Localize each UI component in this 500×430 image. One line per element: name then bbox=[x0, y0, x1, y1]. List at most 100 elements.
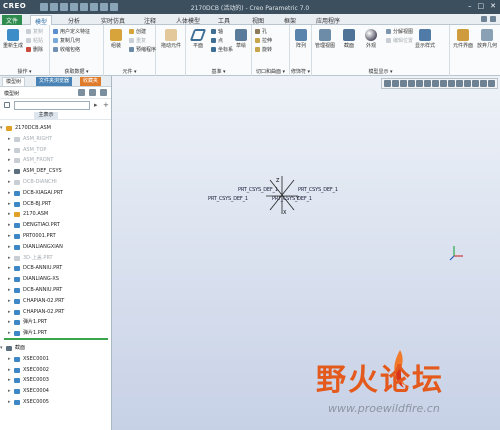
expand-toggle-icon[interactable]: ▸ bbox=[8, 209, 11, 220]
copy-geometry-button[interactable]: 复制几何 bbox=[53, 38, 80, 45]
section-item[interactable]: ▸ XSEC0003 bbox=[0, 375, 112, 386]
close-icon[interactable]: ✕ bbox=[490, 2, 496, 10]
expand-toggle-icon[interactable]: ▸ bbox=[8, 188, 11, 199]
expand-toggle-icon[interactable]: ▾ bbox=[0, 343, 3, 354]
repeat-button[interactable]: 重复 bbox=[129, 38, 146, 45]
section-item[interactable]: ▸ XSEC0001 bbox=[0, 354, 112, 365]
pattern-button[interactable]: 阵列 bbox=[290, 29, 312, 49]
assemble-button[interactable]: 组装 bbox=[105, 29, 127, 49]
exploded-view-button[interactable]: 分解视图 bbox=[386, 29, 413, 36]
paste-button[interactable]: 粘贴 bbox=[26, 38, 43, 45]
group-label-modifiers[interactable]: 修饰符 ▾ bbox=[290, 68, 311, 75]
tree-item[interactable]: ▸ ASM_FRONT bbox=[0, 155, 112, 166]
tree-item[interactable]: ▸ 3D-上盖.PRT bbox=[0, 253, 112, 264]
extrude-button[interactable]: 拉伸 bbox=[255, 38, 272, 45]
zoom-out-icon[interactable] bbox=[400, 80, 407, 87]
tab-applications[interactable]: 应用程序 bbox=[312, 15, 344, 25]
udf-button[interactable]: 用户定义特征 bbox=[53, 29, 90, 36]
tree-item[interactable]: ▸ DCB-ANNIU.PRT bbox=[0, 285, 112, 296]
tree-item[interactable]: ▸ ASM_TOP bbox=[0, 145, 112, 156]
hole-button[interactable]: 孔 bbox=[255, 29, 267, 36]
expand-toggle-icon[interactable]: ▸ bbox=[8, 231, 11, 242]
appearance-button[interactable]: 外观 bbox=[360, 29, 382, 49]
expand-toggle-icon[interactable]: ▸ bbox=[8, 365, 11, 376]
tree-item[interactable]: ▾ 2170DCB.ASM bbox=[0, 123, 112, 134]
tree-item[interactable]: ▸ ASM_DEF_CSYS bbox=[0, 166, 112, 177]
zoom-in-icon[interactable] bbox=[392, 80, 399, 87]
add-icon[interactable]: + bbox=[103, 101, 109, 109]
graphics-window[interactable]: PRT_CSYS_DEF_1 PRT_CSYS_DEF_1 PRT_CSYS_D… bbox=[112, 76, 500, 430]
tree-item[interactable]: ▸ CHAPIAN-02.PRT bbox=[0, 296, 112, 307]
group-label-cut-surface[interactable]: 切口和曲面 ▾ bbox=[252, 68, 289, 75]
saved-orientations-icon[interactable] bbox=[416, 80, 423, 87]
minimize-icon[interactable]: – bbox=[468, 2, 472, 10]
tab-live-simulation[interactable]: 实时仿真 bbox=[97, 15, 129, 25]
group-label-get-data[interactable]: 获取数据 ▾ bbox=[50, 68, 103, 75]
tab-manikin[interactable]: 人体模型 bbox=[172, 15, 204, 25]
expand-toggle-icon[interactable]: ▸ bbox=[8, 397, 11, 408]
tree-item[interactable]: ▸ 弹片1.PRT bbox=[0, 317, 112, 328]
tab-annotate[interactable]: 注释 bbox=[140, 15, 160, 25]
tree-item[interactable]: ▸ PRT0001.PRT bbox=[0, 231, 112, 242]
expand-toggle-icon[interactable]: ▸ bbox=[8, 134, 11, 145]
tree-item[interactable]: ▸ DIANLIANGXIAN bbox=[0, 242, 112, 253]
component-interface-button[interactable]: 元件界面 bbox=[452, 29, 474, 49]
expand-toggle-icon[interactable]: ▾ bbox=[0, 123, 3, 134]
section-item[interactable]: ▸ XSEC0004 bbox=[0, 386, 112, 397]
expand-toggle-icon[interactable]: ▸ bbox=[8, 307, 11, 318]
section-item[interactable]: ▾ 截面 bbox=[0, 343, 112, 354]
expand-toggle-icon[interactable]: ▸ bbox=[8, 386, 11, 397]
group-label-datum[interactable]: 基准 ▾ bbox=[186, 68, 251, 75]
insert-indicator[interactable] bbox=[4, 338, 108, 340]
expand-toggle-icon[interactable]: ▸ bbox=[8, 145, 11, 156]
settings-icon[interactable] bbox=[89, 89, 96, 96]
tree-search-input[interactable] bbox=[14, 101, 90, 110]
tree-item[interactable]: ▸ ASM_RIGHT bbox=[0, 134, 112, 145]
expand-toggle-icon[interactable]: ▸ bbox=[8, 296, 11, 307]
tab-favorites[interactable]: 收藏夹 bbox=[80, 77, 102, 86]
tree-item[interactable]: ▸ CHAPIAN-02.PRT bbox=[0, 307, 112, 318]
filter-icon[interactable] bbox=[4, 102, 10, 108]
datum-display-icon[interactable] bbox=[432, 80, 439, 87]
perspective-icon[interactable] bbox=[472, 80, 479, 87]
tab-view[interactable]: 视图 bbox=[248, 15, 268, 25]
annotation-display-icon[interactable] bbox=[448, 80, 455, 87]
drag-components-button[interactable]: 拖动元件 bbox=[160, 29, 182, 49]
group-label-model-display[interactable]: 模型显示 ▾ bbox=[312, 68, 449, 75]
copy-button[interactable]: 复制 bbox=[26, 29, 43, 36]
column-header-representation[interactable]: 主表示 bbox=[34, 112, 58, 119]
tree-item[interactable]: ▸ DCB-ANNIU.PRT bbox=[0, 263, 112, 274]
csys-label-1b[interactable]: PRT_CSYS_DEF_1 bbox=[298, 187, 338, 193]
discard-geometry-button[interactable]: 放弃几何 bbox=[476, 29, 498, 49]
section-item[interactable]: ▸ XSEC0005 bbox=[0, 397, 112, 408]
section-view-icon[interactable] bbox=[456, 80, 463, 87]
expand-toggle-icon[interactable]: ▸ bbox=[8, 263, 11, 274]
expand-toggle-icon[interactable]: ▸ bbox=[8, 274, 11, 285]
tree-item[interactable]: ▸ DCB-DIANCHI bbox=[0, 177, 112, 188]
appearance-view-icon[interactable] bbox=[480, 80, 487, 87]
tab-file[interactable]: 文件 bbox=[2, 15, 23, 25]
view-manager-icon[interactable] bbox=[464, 80, 471, 87]
pause-icon[interactable] bbox=[488, 80, 495, 87]
tab-model-tree[interactable]: 模型树 bbox=[2, 77, 26, 86]
expand-toggle-icon[interactable]: ▸ bbox=[8, 317, 11, 328]
maximize-icon[interactable]: □ bbox=[478, 2, 485, 10]
help-icon[interactable] bbox=[490, 16, 496, 22]
expand-toggle-icon[interactable]: ▸ bbox=[8, 354, 11, 365]
display-style-button[interactable]: 显示样式 bbox=[412, 29, 438, 49]
repaint-icon[interactable] bbox=[408, 80, 415, 87]
tab-framework[interactable]: 框架 bbox=[280, 15, 300, 25]
edit-position-button[interactable]: 编辑位置 bbox=[386, 38, 413, 45]
plane-button[interactable]: 平面 bbox=[187, 29, 209, 49]
expand-toggle-icon[interactable]: ▸ bbox=[8, 177, 11, 188]
tab-model[interactable]: 模型 bbox=[30, 15, 53, 26]
expand-toggle-icon[interactable]: ▸ bbox=[8, 220, 11, 231]
create-button[interactable]: 创建 bbox=[129, 29, 146, 36]
tab-analysis[interactable]: 分析 bbox=[64, 15, 84, 25]
preview-button[interactable]: 预缩程序 bbox=[129, 47, 156, 54]
expand-toggle-icon[interactable]: ▸ bbox=[8, 166, 11, 177]
manage-views-button[interactable]: 管理视图 bbox=[314, 29, 336, 49]
group-label-operations[interactable]: 操作 ▾ bbox=[0, 68, 49, 75]
tree-item[interactable]: ▸ DCB-XIAGAI.PRT bbox=[0, 188, 112, 199]
group-label-component[interactable]: 元件 ▾ bbox=[104, 68, 155, 75]
